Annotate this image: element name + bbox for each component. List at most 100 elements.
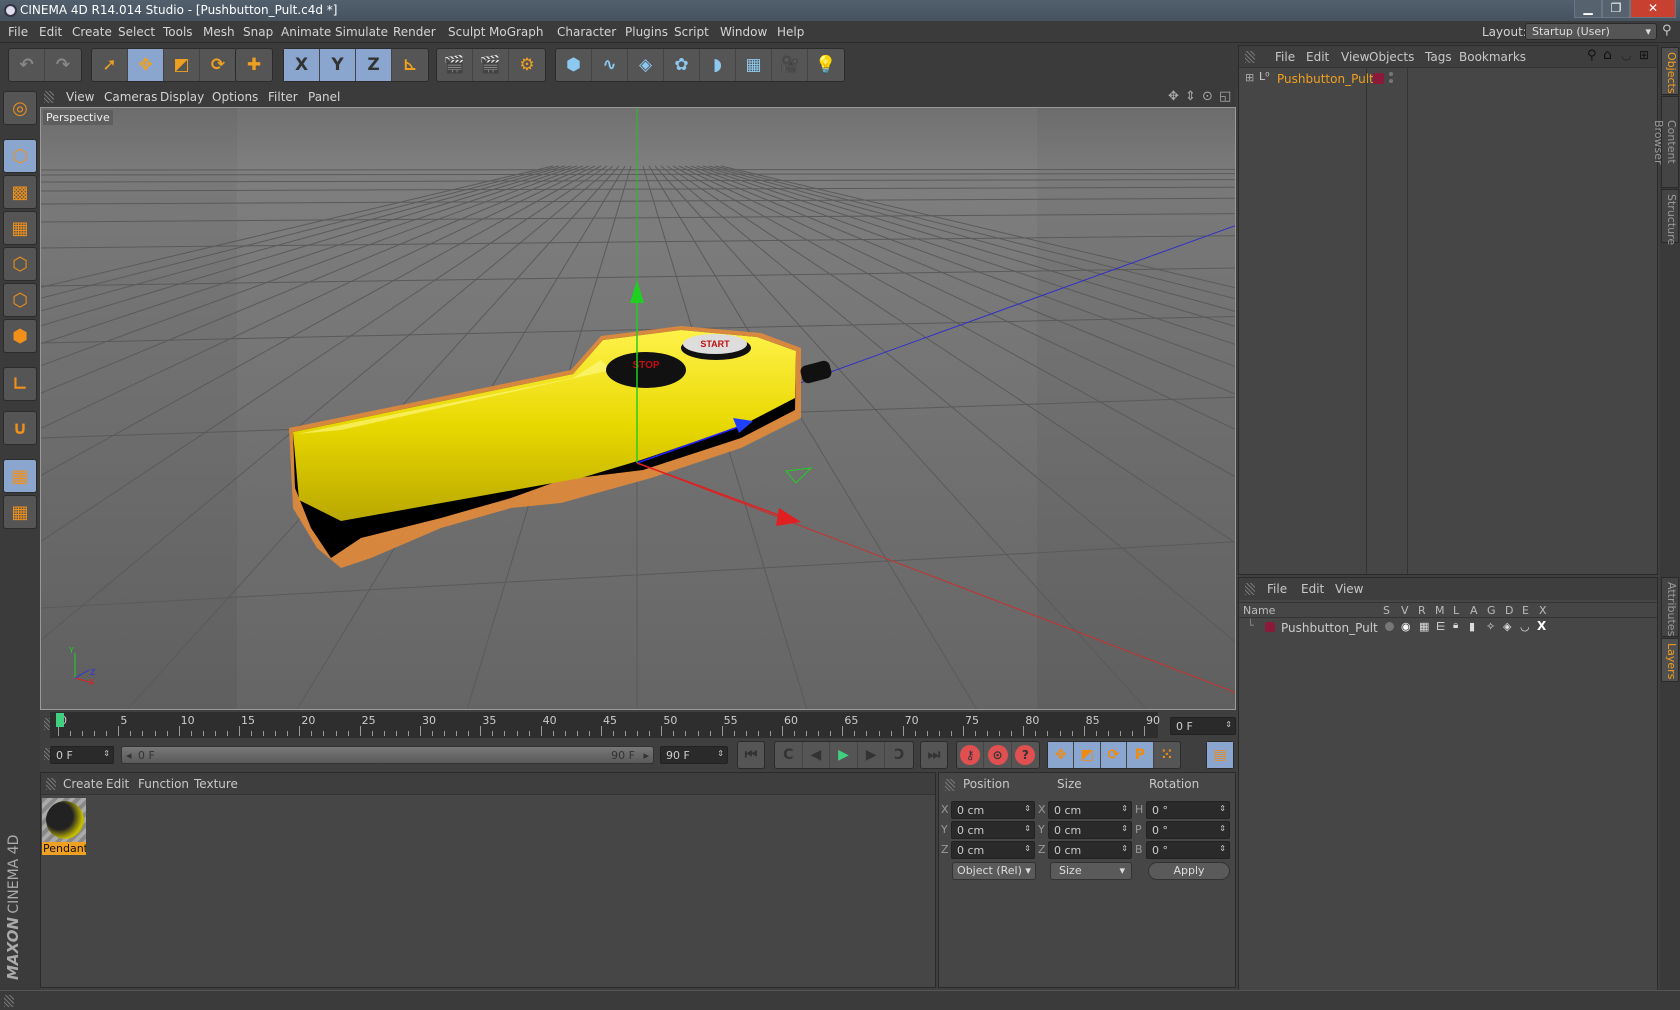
size-mode-select[interactable]: Size ▾ [1050, 862, 1132, 880]
x-axis-lock-icon[interactable]: X [284, 49, 320, 81]
light-icon[interactable]: 💡 [808, 49, 844, 81]
y-axis-lock-icon[interactable]: Y [320, 49, 356, 81]
side-tab-layers[interactable]: Layers [1661, 638, 1679, 682]
go-to-start-icon[interactable]: ⏮ [738, 742, 764, 768]
coordinate-mode-select[interactable]: Object (Rel) ▾ [952, 862, 1036, 880]
cube-icon[interactable]: ⬢ [556, 49, 592, 81]
menu-mesh[interactable]: Mesh [203, 25, 235, 39]
material-swatch[interactable]: Pendant [42, 798, 86, 856]
side-tab-objects[interactable]: Objects [1661, 47, 1679, 95]
playhead[interactable] [56, 713, 64, 727]
key-parameter-icon[interactable]: P [1127, 742, 1154, 768]
model-mode-icon[interactable]: ⬡ [3, 139, 37, 173]
viewport-menu-display[interactable]: Display [160, 90, 204, 104]
viewport-rotate-icon[interactable]: ⊙ [1202, 89, 1213, 104]
layer-row[interactable]: └ Pushbutton_Pult ◉ ▦ ⋿ 🔒︎ ▮ ✧ ◈ ◡ X [1239, 619, 1657, 637]
viewport-menu-cameras[interactable]: Cameras [104, 90, 157, 104]
position-z-field[interactable]: 0 cm ⇕ [951, 841, 1035, 859]
column-g[interactable]: G [1487, 604, 1496, 617]
undo-icon[interactable]: ↶ [9, 49, 45, 81]
column-l[interactable]: L [1453, 604, 1459, 617]
object-row[interactable]: ⊞ L⁰ Pushbutton_Pult [1239, 70, 1657, 88]
timeline-window-icon[interactable]: ▤ [1207, 742, 1233, 768]
menu-help[interactable]: Help [777, 25, 804, 39]
layer-color-swatch[interactable] [1265, 622, 1275, 632]
spline-pen-icon[interactable]: ∿ [592, 49, 628, 81]
panel-grip[interactable] [46, 778, 56, 790]
object-name[interactable]: Pushbutton_Pult [1277, 72, 1374, 86]
animation-icon[interactable]: ▮ [1469, 620, 1475, 633]
visible-eye-icon[interactable]: ◉ [1401, 620, 1411, 633]
layer-menu-view[interactable]: View [1335, 582, 1363, 596]
column-m[interactable]: M [1435, 604, 1445, 617]
layer-menu-edit[interactable]: Edit [1301, 582, 1324, 596]
menu-file[interactable]: File [8, 25, 28, 39]
material-menu-edit[interactable]: Edit [106, 777, 129, 791]
panel-grip[interactable] [945, 779, 955, 791]
panel-grip[interactable] [4, 995, 14, 1007]
viewport-toggle-icon[interactable]: ◱ [1219, 89, 1231, 104]
z-axis-lock-icon[interactable]: Z [356, 49, 392, 81]
range-right-arrow-icon[interactable]: ▸ [643, 749, 649, 762]
layer-color-swatch[interactable] [1373, 73, 1384, 84]
timeline-ruler[interactable]: 051015202530354045505560657075808590 [50, 712, 1160, 738]
render-picture-viewer-icon[interactable]: 🎬 [473, 49, 509, 81]
menu-window[interactable]: Window [720, 25, 767, 39]
axis-mode-icon[interactable]: ∟ [3, 367, 37, 401]
record-key-icon[interactable]: ⚷ [957, 742, 985, 768]
next-frame-icon[interactable]: ▶ [858, 742, 886, 768]
size-y-field[interactable]: 0 cm ⇕ [1048, 821, 1132, 839]
render-settings-icon[interactable]: ⚙ [509, 49, 545, 81]
menu-tools[interactable]: Tools [163, 25, 193, 39]
home-icon[interactable]: ⌂ [1603, 47, 1612, 63]
rotation-y-field[interactable]: 0 ° ⇕ [1146, 821, 1230, 839]
position-x-field[interactable]: 0 cm ⇕ [951, 801, 1035, 819]
new-window-icon[interactable]: ⊞ [1639, 48, 1649, 62]
viewport-move-icon[interactable]: ✥ [1168, 89, 1179, 104]
editor-visibility-dot[interactable] [1389, 72, 1393, 76]
restore-button[interactable]: ❐ [1602, 0, 1630, 18]
menu-script[interactable]: Script [674, 25, 709, 39]
column-name[interactable]: Name [1243, 604, 1275, 617]
start-frame-field[interactable]: 0 F ⇕ [50, 746, 114, 764]
planar-workplane-icon[interactable]: ▦ [3, 495, 37, 529]
column-d[interactable]: D [1505, 604, 1513, 617]
floor-icon[interactable]: ▦ [736, 49, 772, 81]
keyframe-selection-icon[interactable]: ? [1012, 742, 1039, 768]
lock-icon[interactable]: 🔒︎ [1453, 620, 1458, 631]
key-rotation-icon[interactable]: ⟳ [1100, 742, 1128, 768]
coordinate-system-icon[interactable]: ⊾ [392, 49, 428, 81]
size-x-field[interactable]: 0 cm ⇕ [1048, 801, 1132, 819]
polygons-mode-icon[interactable]: ⬢ [3, 319, 37, 353]
play-icon[interactable]: ▶ [830, 742, 858, 768]
object-menu-tags[interactable]: Tags [1425, 50, 1452, 64]
range-slider[interactable]: ◂ 0 F 90 F ▸ [121, 746, 654, 764]
menu-edit[interactable]: Edit [39, 25, 62, 39]
object-menu-file[interactable]: File [1275, 50, 1295, 64]
next-key-icon[interactable]: Ↄ [885, 742, 913, 768]
column-v[interactable]: V [1401, 604, 1409, 617]
apply-button[interactable]: Apply [1148, 862, 1230, 880]
previous-frame-icon[interactable]: ◀ [803, 742, 831, 768]
viewport-menu-filter[interactable]: Filter [268, 90, 298, 104]
column-x[interactable]: X [1539, 604, 1547, 617]
camera-icon[interactable]: 🎥 [772, 49, 808, 81]
object-menu-view[interactable]: View [1341, 50, 1369, 64]
minimize-button[interactable]: ▁ [1574, 0, 1602, 18]
side-tab-content-browser[interactable]: Content Browser [1652, 96, 1679, 188]
menu-sculpt[interactable]: Sculpt [448, 25, 485, 39]
side-tab-attributes[interactable]: Attributes [1661, 577, 1679, 637]
menu-render[interactable]: Render [393, 25, 436, 39]
render-view-icon[interactable]: 🎬 [437, 49, 473, 81]
viewport-menu-panel[interactable]: Panel [308, 90, 340, 104]
panel-grip[interactable] [44, 91, 54, 103]
layer-menu-file[interactable]: File [1267, 582, 1287, 596]
scale-icon[interactable]: ◩ [164, 49, 200, 81]
render-visibility-dot[interactable] [1389, 79, 1393, 83]
close-button[interactable]: ✕ [1630, 0, 1676, 18]
menu-animate[interactable]: Animate [281, 25, 331, 39]
render-clapper-icon[interactable]: ▦ [1419, 620, 1429, 633]
go-to-end-icon[interactable]: ⏭ [921, 742, 947, 768]
rotation-x-field[interactable]: 0 ° ⇕ [1146, 801, 1230, 819]
material-menu-function[interactable]: Function [138, 777, 189, 791]
